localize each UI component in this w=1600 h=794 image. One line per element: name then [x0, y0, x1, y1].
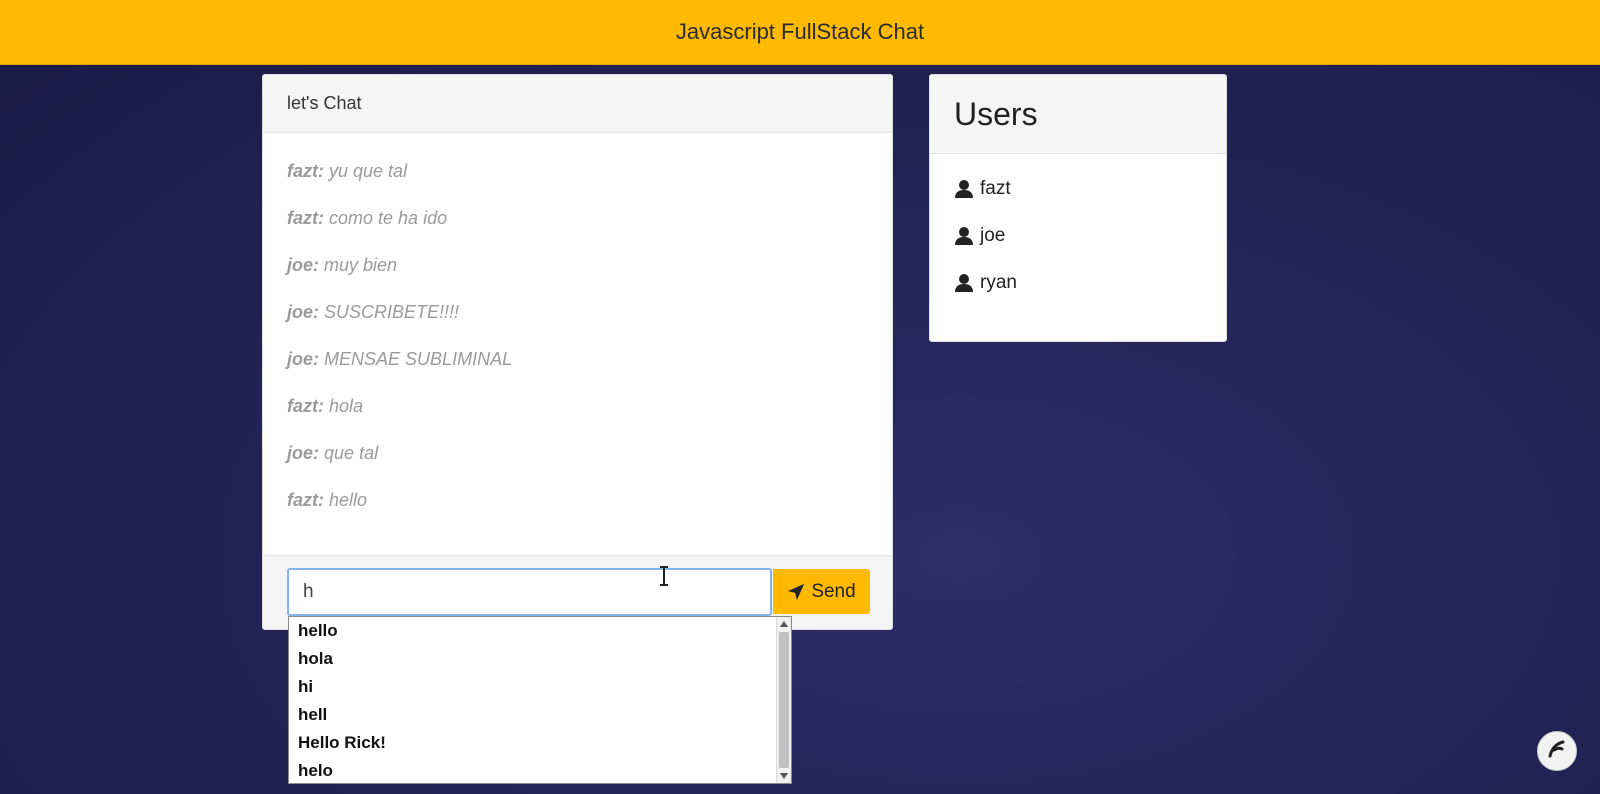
message: fazt: yu que tal — [287, 161, 868, 208]
message: fazt: hola — [287, 396, 868, 443]
message-list: fazt: yu que tal fazt: como te ha ido jo… — [263, 133, 892, 537]
chat-header: let's Chat — [263, 75, 892, 133]
autocomplete-dropdown: hello hola hi hell Hello Rick! helo — [288, 616, 792, 784]
message: joe: que tal — [287, 443, 868, 490]
autocomplete-option[interactable]: hello — [298, 617, 777, 645]
autocomplete-list: hello hola hi hell Hello Rick! helo — [289, 617, 777, 785]
message-author: joe: — [287, 349, 320, 369]
message-text: SUSCRIBETE!!!! — [324, 302, 460, 322]
user-list-item: ryan — [954, 272, 1226, 319]
user-name: joe — [980, 225, 1006, 246]
user-list-item: fazt — [954, 178, 1226, 225]
send-label: Send — [811, 580, 856, 602]
autocomplete-option[interactable]: Hello Rick! — [298, 729, 777, 757]
message: joe: muy bien — [287, 255, 868, 302]
message-author: fazt: — [287, 490, 324, 510]
user-icon — [954, 226, 974, 246]
message-text: como te ha ido — [329, 208, 448, 228]
message: fazt: hello — [287, 490, 868, 537]
user-list-item: joe — [954, 225, 1226, 272]
message: fazt: como te ha ido — [287, 208, 868, 255]
users-panel: Users fazt joe ryan — [929, 74, 1227, 342]
message-author: fazt: — [287, 396, 324, 416]
autocomplete-option[interactable]: hola — [298, 645, 777, 673]
message-author: joe: — [287, 302, 320, 322]
paper-plane-icon — [787, 583, 805, 601]
autocomplete-option[interactable]: hell — [298, 701, 777, 729]
user-icon — [954, 179, 974, 199]
message-text: muy bien — [324, 255, 398, 275]
autocomplete-option[interactable]: helo — [298, 757, 777, 785]
message-text: yu que tal — [329, 161, 408, 181]
user-name: fazt — [980, 178, 1011, 199]
scrollbar-thumb[interactable] — [779, 632, 789, 768]
app-title: Javascript FullStack Chat — [675, 19, 925, 44]
send-button[interactable]: Send — [773, 569, 870, 614]
autocomplete-scrollbar[interactable] — [776, 617, 791, 783]
logo-icon — [1546, 738, 1568, 765]
message-text: que tal — [324, 443, 379, 463]
message-text: MENSAE SUBLIMINAL — [324, 349, 513, 369]
scroll-down-icon[interactable] — [780, 773, 788, 779]
message-author: fazt: — [287, 208, 324, 228]
text-cursor-icon — [659, 566, 669, 586]
message: joe: SUSCRIBETE!!!! — [287, 302, 868, 349]
users-header: Users — [930, 75, 1226, 154]
message-text: hello — [329, 490, 368, 510]
message-input[interactable] — [287, 568, 772, 616]
scroll-up-icon[interactable] — [780, 621, 788, 627]
message-text: hola — [329, 396, 364, 416]
navbar: Javascript FullStack Chat — [0, 0, 1600, 65]
message-author: joe: — [287, 255, 320, 275]
message-author: joe: — [287, 443, 320, 463]
user-list: fazt joe ryan — [930, 154, 1226, 319]
logo-badge[interactable] — [1537, 731, 1577, 771]
message: joe: MENSAE SUBLIMINAL — [287, 349, 868, 396]
user-icon — [954, 273, 974, 293]
user-name: ryan — [980, 272, 1017, 293]
autocomplete-option[interactable]: hi — [298, 673, 777, 701]
message-author: fazt: — [287, 161, 324, 181]
chat-panel: let's Chat fazt: yu que tal fazt: como t… — [262, 74, 893, 630]
